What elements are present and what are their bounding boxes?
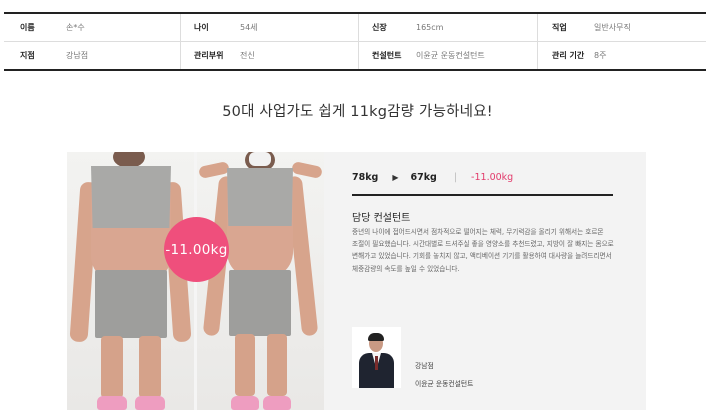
weight-loss-badge: -11.00kg <box>164 217 229 282</box>
info-cell-consultant: 컨설턴트 이윤균 운동컨설턴트 <box>358 42 537 69</box>
info-label: 관리 기간 <box>552 51 585 60</box>
info-value: 8주 <box>594 51 607 60</box>
weight-after: 67kg <box>410 172 437 183</box>
info-value: 일반사무직 <box>594 23 631 32</box>
before-photo <box>67 152 194 410</box>
weight-summary: 78kg ▶ 67kg | -11.00kg <box>352 172 513 183</box>
info-cell-branch: 지점 강남점 <box>4 42 180 69</box>
result-panel: 78kg ▶ 67kg | -11.00kg 담당 컨설턴트 중년의 나이에 접… <box>324 152 646 410</box>
consultant-avatar <box>352 327 401 388</box>
info-cell-job: 직업 일반사무직 <box>537 14 706 41</box>
info-cell-area: 관리부위 전신 <box>180 42 358 69</box>
info-cell-height: 신장 165cm <box>358 14 537 41</box>
info-row-2: 지점 강남점 관리부위 전신 컨설턴트 이윤균 운동컨설턴트 관리 기간 8주 <box>4 41 706 69</box>
info-label: 이름 <box>20 23 35 32</box>
info-value: 54세 <box>240 23 258 32</box>
info-label: 신장 <box>372 23 387 32</box>
after-photo <box>197 152 324 410</box>
consultant-branch: 강남점 <box>415 362 434 370</box>
info-value: 전신 <box>240 51 255 60</box>
separator: | <box>453 172 458 183</box>
info-label: 지점 <box>20 51 35 60</box>
info-label: 직업 <box>552 23 567 32</box>
consultant-title: 담당 컨설턴트 <box>352 213 411 224</box>
info-value: 165cm <box>416 23 444 32</box>
info-label: 컨설턴트 <box>372 51 402 60</box>
info-cell-name: 이름 손*수 <box>4 14 180 41</box>
weight-before: 78kg <box>352 172 379 183</box>
triangle-right-icon: ▶ <box>392 173 399 182</box>
info-value: 이윤균 운동컨설턴트 <box>416 51 485 60</box>
weight-loss: -11.00kg <box>471 172 514 183</box>
info-row-1: 이름 손*수 나이 54세 신장 165cm 직업 일반사무직 <box>4 14 706 41</box>
info-label: 나이 <box>194 23 209 32</box>
member-info-table: 이름 손*수 나이 54세 신장 165cm 직업 일반사무직 지점 강남점 관… <box>4 12 706 71</box>
review-headline: 50대 사업가도 쉽게 11kg감량 가능하네요! <box>222 104 493 120</box>
info-value: 손*수 <box>66 23 85 32</box>
consultant-comment: 중년의 나이에 접어드시면서 점차적으로 떨어지는 체력, 무기력감을 올리기 … <box>352 228 614 273</box>
consultant-name: 이윤균 운동컨설턴트 <box>415 380 474 388</box>
info-cell-age: 나이 54세 <box>180 14 358 41</box>
info-label: 관리부위 <box>194 51 224 60</box>
divider <box>352 194 613 196</box>
info-cell-period: 관리 기간 8주 <box>537 42 706 69</box>
info-value: 강남점 <box>66 51 89 60</box>
